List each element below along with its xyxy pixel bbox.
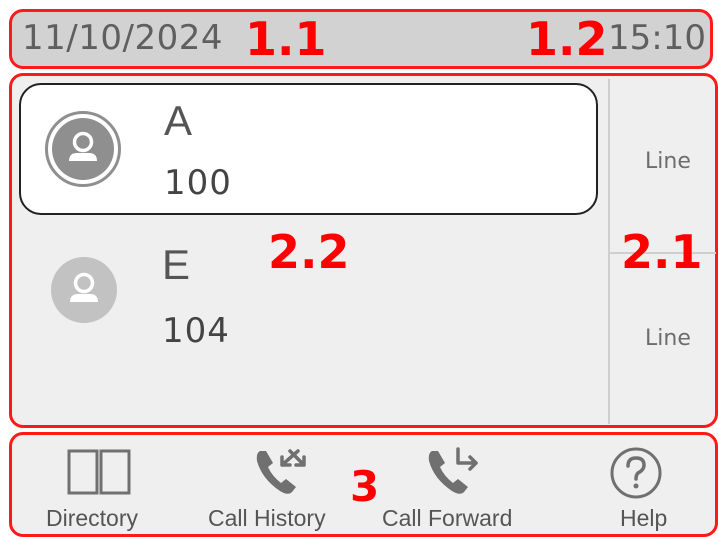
line-key-2[interactable]: Line xyxy=(645,326,691,351)
contact-item-selected[interactable]: A 100 xyxy=(19,83,598,215)
time-display: 15:10 xyxy=(608,18,706,58)
avatar-icon xyxy=(45,111,121,187)
call-history-button[interactable]: Call History xyxy=(200,435,350,535)
call-forward-label: Call Forward xyxy=(382,505,513,531)
main-area: A 100 E 104 Line Line xyxy=(9,73,718,428)
help-label: Help xyxy=(620,505,668,531)
annotation-label: 3 xyxy=(350,462,380,511)
annotation-label: 1.2 xyxy=(526,12,608,66)
contact-number: 100 xyxy=(164,163,232,203)
contact-name: A xyxy=(164,97,193,144)
call-history-label: Call History xyxy=(208,505,326,531)
contact-name: E xyxy=(162,241,191,288)
date-display: 11/10/2024 xyxy=(22,18,223,58)
book-icon xyxy=(66,445,132,501)
help-button[interactable]: Help xyxy=(598,435,688,535)
line-key-1[interactable]: Line xyxy=(645,149,691,174)
directory-label: Directory xyxy=(46,505,139,531)
avatar-icon xyxy=(49,255,125,331)
annotation-label: 2.2 xyxy=(268,225,350,279)
annotation-label: 1.1 xyxy=(245,12,327,66)
contact-number: 104 xyxy=(162,311,230,351)
call-forward-icon xyxy=(424,445,484,505)
call-history-icon xyxy=(252,445,308,505)
annotation-label: 2.1 xyxy=(621,225,703,279)
call-forward-button[interactable]: Call Forward xyxy=(380,435,535,535)
directory-button[interactable]: Directory xyxy=(38,435,158,535)
help-icon xyxy=(608,445,664,505)
